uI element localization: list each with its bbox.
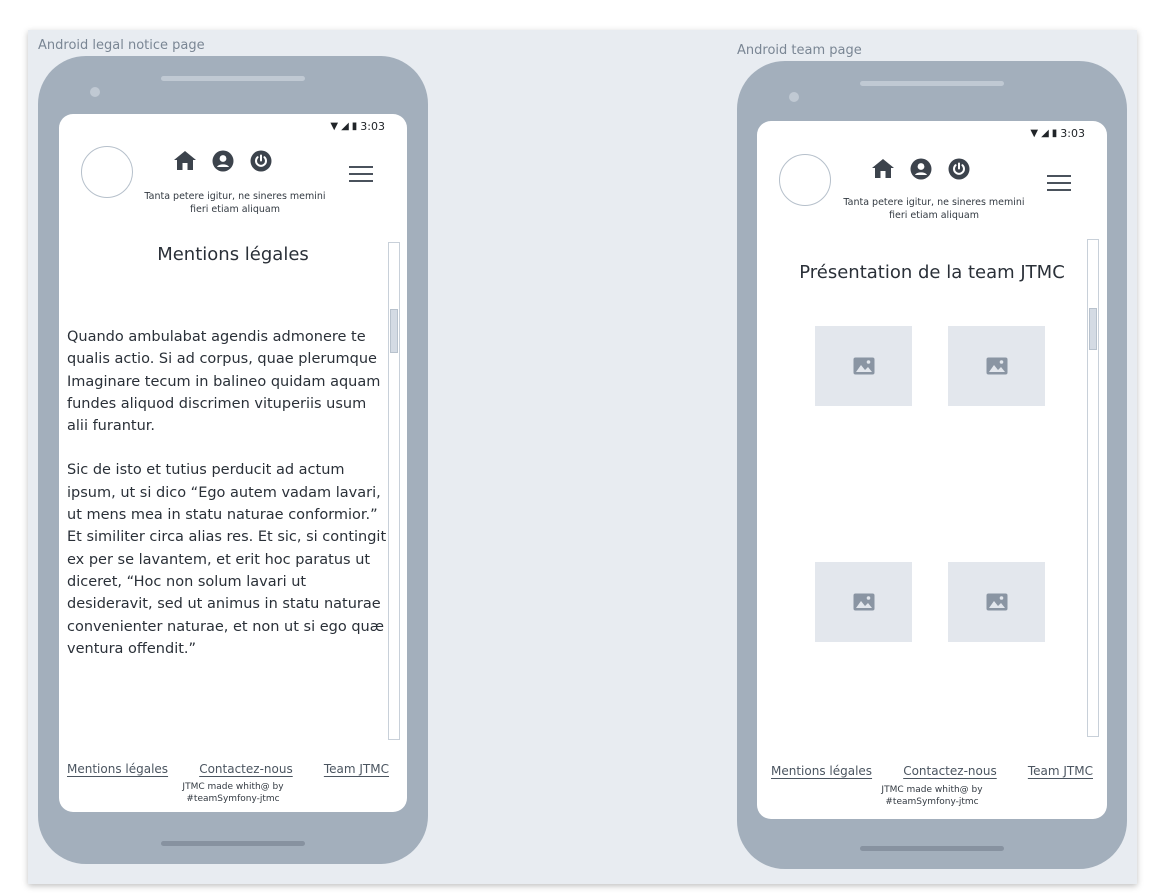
credit-line-2: #teamSymfony-jtmc	[885, 797, 979, 807]
status-bar: ▼ ◢ ▮ 3:03	[330, 120, 385, 133]
header-nav	[173, 149, 273, 173]
signal-icon: ◢	[1041, 128, 1049, 139]
scrollbar[interactable]	[388, 242, 400, 740]
credit-line-1: JTMC made whith@ by	[881, 785, 983, 795]
footer-nav: Mentions légales Contactez-nous Team JTM…	[771, 764, 1093, 778]
footer-link-legal[interactable]: Mentions légales	[771, 764, 872, 778]
scrollbar-thumb[interactable]	[390, 309, 398, 353]
hamburger-menu-icon[interactable]	[349, 166, 373, 182]
user-icon[interactable]	[909, 157, 933, 181]
power-icon[interactable]	[947, 157, 971, 181]
footer-nav: Mentions légales Contactez-nous Team JTM…	[67, 762, 389, 776]
header-nav	[871, 157, 971, 181]
speaker-grill	[161, 76, 305, 81]
speaker-grill	[860, 81, 1004, 86]
image-icon	[853, 593, 874, 611]
footer-credit: JTMC made whith@ by #teamSymfony-jtmc	[153, 781, 313, 805]
avatar[interactable]	[779, 154, 831, 206]
credit-line-1: JTMC made whith@ by	[182, 782, 284, 792]
footer-credit: JTMC made whith@ by #teamSymfony-jtmc	[852, 784, 1012, 808]
screen-legal: ▼ ◢ ▮ 3:03 Tanta petere igitur, ne siner…	[59, 114, 407, 812]
user-icon[interactable]	[211, 149, 235, 173]
image-icon	[986, 593, 1007, 611]
status-bar: ▼ ◢ ▮ 3:03	[1030, 127, 1085, 140]
image-icon	[986, 357, 1007, 375]
legal-text: Quando ambulabat agendis admonere te qua…	[67, 326, 391, 660]
frame-title-team: Android team page	[737, 43, 862, 58]
home-icon[interactable]	[173, 149, 197, 173]
avatar[interactable]	[81, 146, 133, 198]
scrollbar[interactable]	[1087, 239, 1099, 737]
legal-paragraph-1: Quando ambulabat agendis admonere te qua…	[67, 329, 381, 435]
wifi-icon: ▼	[330, 121, 338, 132]
camera-dot	[789, 92, 799, 102]
battery-icon: ▮	[351, 121, 357, 132]
team-member-photo-2	[948, 326, 1045, 406]
phone-frame-team: ▼ ◢ ▮ 3:03 Tanta petere igitur, ne siner…	[737, 61, 1127, 869]
tagline: Tanta petere igitur, ne sineres memini f…	[144, 191, 326, 215]
home-indicator	[860, 846, 1004, 851]
power-icon[interactable]	[249, 149, 273, 173]
screen-team: ▼ ◢ ▮ 3:03 Tanta petere igitur, ne siner…	[757, 121, 1107, 819]
page-title: Présentation de la team JTMC	[799, 262, 1065, 283]
home-icon[interactable]	[871, 157, 895, 181]
signal-icon: ◢	[341, 121, 349, 132]
page-title: Mentions légales	[157, 244, 309, 265]
battery-icon: ▮	[1051, 128, 1057, 139]
footer-link-contact[interactable]: Contactez-nous	[199, 762, 293, 776]
hamburger-menu-icon[interactable]	[1047, 175, 1071, 191]
camera-dot	[90, 87, 100, 97]
scrollbar-thumb[interactable]	[1089, 308, 1097, 350]
team-member-photo-4	[948, 562, 1045, 642]
image-icon	[853, 357, 874, 375]
home-indicator	[161, 841, 305, 846]
footer-link-legal[interactable]: Mentions légales	[67, 762, 168, 776]
footer-link-team[interactable]: Team JTMC	[1028, 764, 1093, 778]
footer-link-contact[interactable]: Contactez-nous	[903, 764, 997, 778]
status-time: 3:03	[360, 120, 385, 133]
phone-frame-legal: ▼ ◢ ▮ 3:03 Tanta petere igitur, ne siner…	[38, 56, 428, 864]
frame-title-legal: Android legal notice page	[38, 38, 205, 53]
credit-line-2: #teamSymfony-jtmc	[186, 794, 280, 804]
status-time: 3:03	[1060, 127, 1085, 140]
tagline: Tanta petere igitur, ne sineres memini f…	[843, 197, 1025, 221]
team-member-photo-3	[815, 562, 912, 642]
footer-link-team[interactable]: Team JTMC	[324, 762, 389, 776]
wifi-icon: ▼	[1030, 128, 1038, 139]
legal-paragraph-2: Sic de isto et tutius perducit ad actum …	[67, 462, 387, 657]
team-member-photo-1	[815, 326, 912, 406]
